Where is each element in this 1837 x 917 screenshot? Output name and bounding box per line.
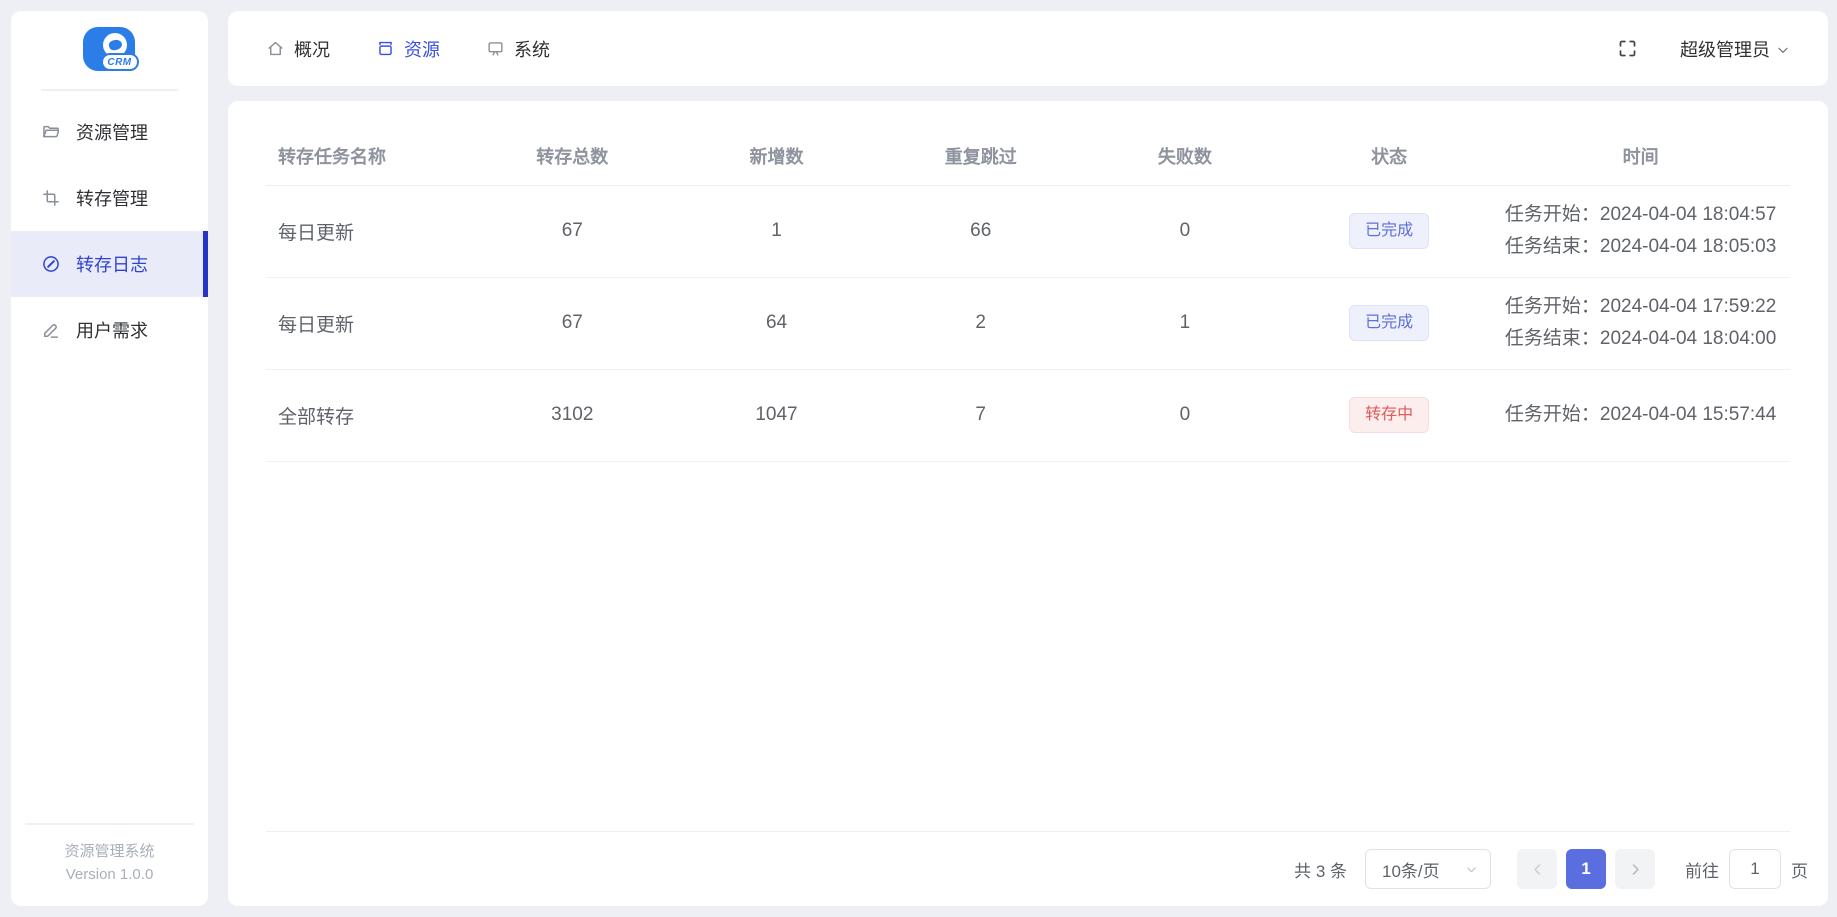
cell-failed: 0 — [1082, 185, 1288, 278]
column-header-status: 状态 — [1287, 127, 1492, 186]
topbar: 概况 资源 系统 超级管理员 — [228, 11, 1828, 86]
cell-time: 任务开始：2024-04-04 17:59:22 任务结束：2024-04-04… — [1505, 291, 1776, 356]
table-row: 每日更新 67 64 2 1 已完成 任务开始：2024-04-04 17:59… — [266, 277, 1790, 370]
tab-resources[interactable]: 资源 — [376, 36, 440, 62]
page-size-select[interactable]: 10条/页 — [1365, 849, 1491, 889]
tab-label: 概况 — [294, 39, 330, 60]
sidebar: CRM 资源管理 转存管理 转存日志 用户需求 资源管理系统 Version 1… — [11, 11, 208, 906]
time-start: 任务开始：2024-04-04 17:59:22 — [1504, 295, 1777, 317]
time-end: 任务结束：2024-04-04 18:04:00 — [1504, 328, 1777, 349]
content-panel: 转存任务名称 转存总数 新增数 重复跳过 失败数 状态 时间 每日更新 67 1… — [228, 101, 1828, 906]
chevron-down-icon — [1776, 43, 1790, 57]
column-header-skipped: 重复跳过 — [878, 127, 1083, 186]
crop-icon — [41, 188, 61, 208]
sidebar-item-transfer-management[interactable]: 转存管理 — [11, 165, 208, 231]
tab-label: 系统 — [514, 39, 550, 60]
fullscreen-icon[interactable] — [1617, 38, 1638, 59]
goto-page-input[interactable] — [1729, 849, 1781, 889]
box-icon — [376, 39, 395, 58]
home-icon — [266, 39, 285, 58]
cell-skipped: 66 — [878, 185, 1083, 278]
cell-failed: 0 — [1082, 369, 1288, 462]
column-header-failed: 失败数 — [1082, 127, 1288, 186]
monitor-icon — [486, 39, 505, 58]
logo-divider — [41, 89, 178, 91]
time-start: 任务开始：2024-04-04 18:04:57 — [1504, 203, 1777, 225]
cell-task-name: 每日更新 — [266, 277, 471, 370]
sidebar-menu: 资源管理 转存管理 转存日志 用户需求 — [11, 99, 208, 363]
status-badge: 已完成 — [1349, 213, 1430, 249]
app-logo: CRM — [11, 11, 208, 89]
page-size-value: 10条/页 — [1382, 861, 1440, 881]
cell-skipped: 2 — [878, 277, 1083, 370]
pagination-bar: 共 3 条 10条/页 1 前往 页 — [266, 832, 1808, 906]
cell-failed: 1 — [1082, 277, 1288, 370]
cell-added: 64 — [674, 277, 879, 370]
total-count-text: 共 3 条 — [1294, 861, 1347, 881]
cell-total: 67 — [470, 277, 675, 370]
cell-time: 任务开始：2024-04-04 18:04:57 任务结束：2024-04-04… — [1505, 199, 1776, 264]
cell-total: 67 — [470, 185, 675, 278]
goto-unit: 页 — [1791, 861, 1808, 881]
table-header-row: 转存任务名称 转存总数 新增数 重复跳过 失败数 状态 时间 — [266, 127, 1790, 186]
column-header-time: 时间 — [1491, 127, 1790, 186]
cell-total: 3102 — [470, 369, 675, 462]
table-row: 全部转存 3102 1047 7 0 转存中 任务开始：2024-04-04 1… — [266, 369, 1790, 462]
goto-label: 前往 — [1685, 861, 1719, 881]
folder-icon — [41, 122, 61, 142]
time-start: 任务开始：2024-04-04 15:57:44 — [1504, 403, 1777, 425]
next-page-button[interactable] — [1615, 849, 1655, 889]
column-header-total: 转存总数 — [470, 127, 675, 186]
edit-icon — [41, 320, 61, 340]
top-nav-tabs: 概况 资源 系统 — [266, 36, 550, 62]
page-number-1[interactable]: 1 — [1566, 849, 1606, 889]
column-header-added: 新增数 — [674, 127, 879, 186]
sidebar-footer: 资源管理系统 Version 1.0.0 — [25, 822, 194, 907]
sidebar-item-label: 用户需求 — [76, 321, 148, 341]
prev-page-button[interactable] — [1517, 849, 1557, 889]
table-row: 每日更新 67 1 66 0 已完成 任务开始：2024-04-04 18:04… — [266, 185, 1790, 278]
cell-added: 1047 — [674, 369, 879, 462]
status-badge: 已完成 — [1349, 305, 1430, 341]
tab-label: 资源 — [404, 39, 440, 60]
logo-text: CRM — [100, 53, 139, 71]
tab-system[interactable]: 系统 — [486, 36, 550, 62]
compass-icon — [41, 254, 61, 274]
status-badge: 转存中 — [1349, 397, 1430, 433]
sidebar-item-resource-management[interactable]: 资源管理 — [11, 99, 208, 165]
cell-time: 任务开始：2024-04-04 15:57:44 — [1505, 399, 1776, 431]
crm-logo-icon: CRM — [81, 25, 139, 75]
user-menu[interactable]: 超级管理员 — [1680, 36, 1790, 62]
sidebar-item-label: 转存管理 — [76, 189, 148, 209]
system-name: 资源管理系统 — [64, 842, 155, 860]
sidebar-item-transfer-log[interactable]: 转存日志 — [11, 231, 208, 297]
transfer-log-table: 转存任务名称 转存总数 新增数 重复跳过 失败数 状态 时间 每日更新 67 1… — [266, 127, 1790, 462]
time-end: 任务结束：2024-04-04 18:05:03 — [1504, 236, 1777, 257]
sidebar-item-label: 资源管理 — [76, 123, 148, 143]
user-menu-label: 超级管理员 — [1680, 39, 1770, 60]
column-header-task-name: 转存任务名称 — [266, 127, 471, 186]
cell-added: 1 — [674, 185, 879, 278]
cell-task-name: 全部转存 — [266, 369, 471, 462]
tab-overview[interactable]: 概况 — [266, 36, 330, 62]
cell-task-name: 每日更新 — [266, 185, 471, 278]
sidebar-item-user-requirements[interactable]: 用户需求 — [11, 297, 208, 363]
sidebar-item-label: 转存日志 — [76, 255, 148, 275]
cell-skipped: 7 — [878, 369, 1083, 462]
version-text: Version 1.0.0 — [65, 865, 154, 883]
chevron-down-icon — [1465, 863, 1478, 876]
